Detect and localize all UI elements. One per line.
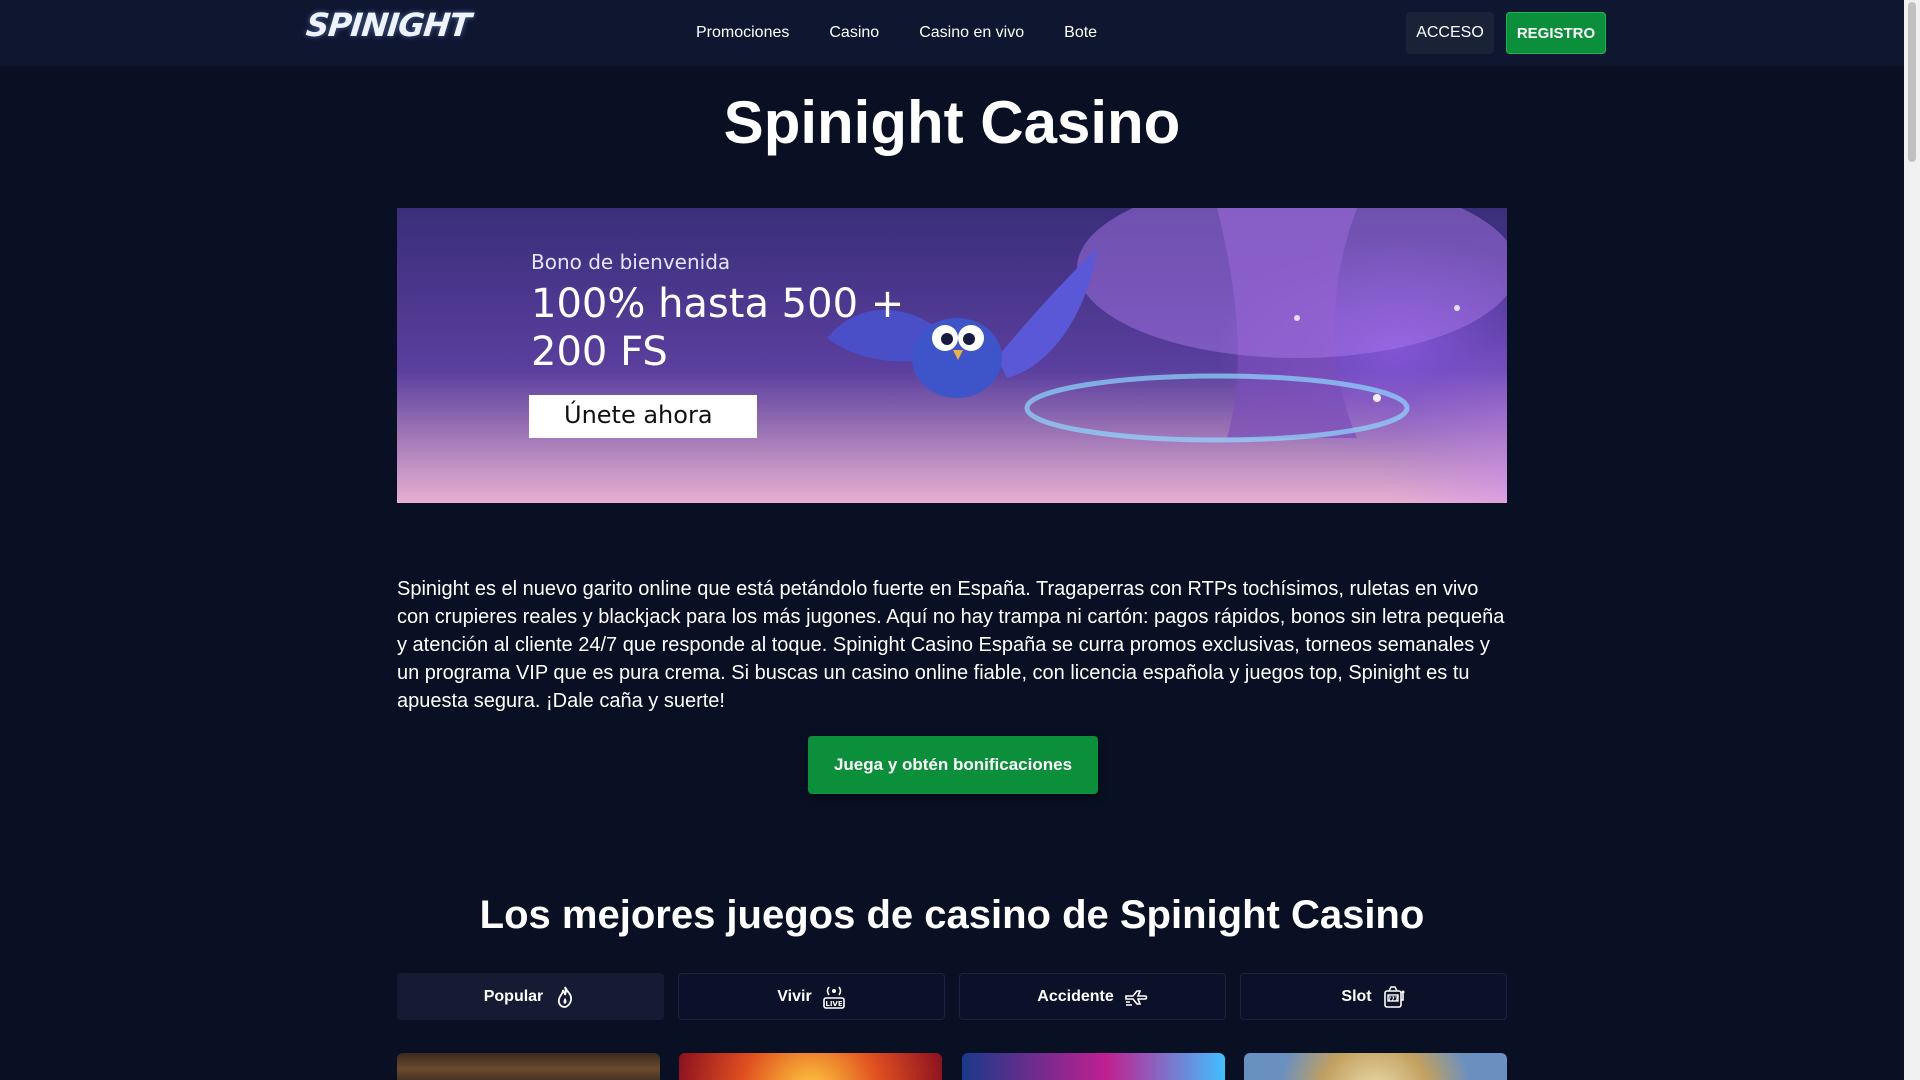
- nav-promociones[interactable]: Promociones: [696, 24, 789, 42]
- site-logo[interactable]: SPINIGHT: [304, 6, 472, 50]
- live-icon: LIVE: [822, 986, 845, 1009]
- tab-accidente[interactable]: Accidente: [959, 973, 1226, 1020]
- tab-popular[interactable]: Popular: [397, 973, 664, 1020]
- plane-icon: [1124, 989, 1148, 1006]
- tab-vivir[interactable]: Vivir LIVE: [678, 973, 945, 1020]
- scrollbar-thumb[interactable]: [1908, 2, 1916, 162]
- tab-label: Popular: [483, 987, 544, 1005]
- game-thumbnail[interactable]: [961, 1053, 1225, 1080]
- welcome-bonus-banner[interactable]: Bono de bienvenida 100% hasta 500 + 200 …: [397, 208, 1507, 503]
- svg-text:777: 777: [1387, 996, 1398, 1002]
- games-section-title: Los mejores juegos de casino de Spinight…: [479, 893, 1425, 937]
- tab-label: Vivir: [777, 987, 812, 1005]
- play-bonus-button[interactable]: Juega y obtén bonificaciones: [808, 736, 1098, 794]
- nav-casino[interactable]: Casino: [829, 24, 879, 42]
- game-thumbnail[interactable]: [1243, 1053, 1507, 1080]
- site-header: SPINIGHT Promociones Casino Casino en vi…: [0, 0, 1904, 66]
- page-title: Spinight Casino: [723, 89, 1181, 156]
- banner-headline: 100% hasta 500 + 200 FS: [531, 281, 905, 375]
- intro-paragraph: Spinight es el nuevo garito online que e…: [397, 578, 1505, 712]
- banner-subtitle: Bono de bienvenida: [531, 250, 731, 274]
- page-scrollbar[interactable]: [1904, 0, 1920, 1080]
- game-thumbnail[interactable]: [679, 1053, 943, 1080]
- nav-bote[interactable]: Bote: [1064, 24, 1097, 42]
- register-button[interactable]: REGISTRO: [1506, 12, 1606, 54]
- game-category-tabs: Popular Vivir LIVE Accidente Slot 777: [397, 973, 1507, 1020]
- fire-icon: [558, 986, 573, 1008]
- join-now-button[interactable]: Únete ahora: [529, 395, 757, 438]
- game-thumbnail[interactable]: [397, 1053, 660, 1080]
- login-button[interactable]: ACCESO: [1406, 12, 1494, 54]
- tab-slot[interactable]: Slot 777: [1240, 973, 1507, 1020]
- svg-text:LIVE: LIVE: [825, 1000, 842, 1008]
- main-nav: Promociones Casino Casino en vivo Bote: [696, 0, 1137, 66]
- tab-label: Accidente: [1037, 987, 1114, 1005]
- game-thumbnails-row: [397, 1053, 1507, 1080]
- tab-label: Slot: [1341, 987, 1372, 1005]
- slot-machine-icon: 777: [1383, 985, 1405, 1008]
- nav-casino-en-vivo[interactable]: Casino en vivo: [919, 24, 1024, 42]
